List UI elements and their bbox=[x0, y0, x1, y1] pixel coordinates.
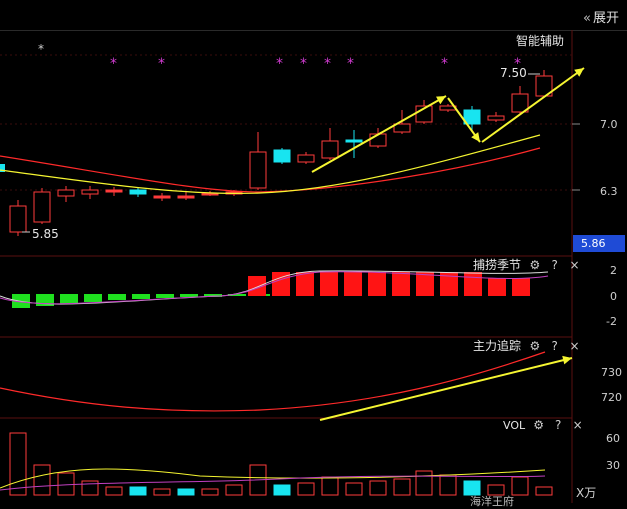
indicator-bar bbox=[464, 272, 482, 296]
settings-icon[interactable]: ⚙ bbox=[533, 418, 545, 432]
ma-line-yellow bbox=[0, 134, 541, 194]
volume-unit-label: X万 bbox=[576, 486, 597, 500]
candle-body bbox=[345, 139, 363, 143]
star-marker: * bbox=[158, 56, 165, 72]
price-axis-tick: 6.3 bbox=[600, 185, 618, 198]
trend-arrow-head bbox=[562, 355, 572, 365]
indicator-title: 捕捞季节 bbox=[473, 258, 522, 272]
indicator-bar bbox=[296, 272, 314, 296]
bottom-caption: 海洋王府 bbox=[470, 495, 514, 508]
help-icon[interactable]: ? bbox=[549, 258, 561, 272]
smart-assist-button[interactable]: 智能辅助 bbox=[516, 32, 564, 49]
ma-line-red bbox=[0, 147, 541, 193]
volume-bar bbox=[439, 474, 457, 496]
volume-bar bbox=[369, 480, 387, 496]
candle-body bbox=[153, 195, 171, 199]
volume-bar bbox=[201, 488, 219, 496]
indicator-title: VOL bbox=[503, 419, 526, 432]
candle-body bbox=[33, 191, 51, 223]
candle-body bbox=[129, 189, 147, 195]
indicator-header-zhuli: 主力追踪 ⚙ ? × bbox=[473, 337, 581, 354]
star-marker: * bbox=[300, 56, 307, 72]
volume-bar bbox=[33, 464, 51, 496]
star-marker: * bbox=[514, 56, 521, 72]
indicator-axis-tick: -2 bbox=[606, 315, 617, 328]
volume-bar bbox=[177, 488, 195, 496]
indicator-bar bbox=[512, 278, 530, 296]
help-icon[interactable]: ? bbox=[549, 339, 561, 353]
indicator-bar bbox=[108, 294, 126, 300]
volume-bar bbox=[415, 470, 433, 496]
indicator-axis-tick: 60 bbox=[606, 432, 620, 445]
candle-body bbox=[105, 189, 123, 193]
candle-body bbox=[81, 189, 99, 195]
close-icon[interactable]: × bbox=[569, 258, 581, 272]
indicator-axis-tick: 2 bbox=[610, 264, 617, 277]
volume-bar bbox=[535, 486, 553, 496]
indicator-title: 主力追踪 bbox=[473, 339, 522, 353]
volume-bar bbox=[105, 486, 123, 496]
candle-body bbox=[273, 149, 291, 163]
indicator-axis-tick: 720 bbox=[601, 391, 622, 404]
trend-arrow bbox=[311, 95, 447, 173]
indicator-bar bbox=[488, 278, 506, 296]
settings-icon[interactable]: ⚙ bbox=[529, 258, 541, 272]
current-price-tag: 5.86 bbox=[573, 235, 625, 252]
star-marker: * bbox=[441, 56, 448, 72]
low-price-label: 5.85 bbox=[32, 227, 59, 241]
volume-bar bbox=[393, 478, 411, 496]
candle-body bbox=[297, 154, 315, 163]
indicator-bar bbox=[132, 294, 150, 299]
close-icon[interactable]: × bbox=[572, 418, 584, 432]
indicator-bar bbox=[344, 272, 362, 296]
trend-arrow bbox=[319, 357, 573, 421]
close-icon[interactable]: × bbox=[569, 339, 581, 353]
candle-body bbox=[487, 115, 505, 121]
indicator-bar bbox=[60, 294, 78, 304]
volume-bar bbox=[511, 476, 529, 496]
star-marker: * bbox=[276, 56, 283, 72]
indicator-bar bbox=[84, 294, 102, 302]
volume-bar bbox=[225, 484, 243, 496]
volume-bar bbox=[297, 482, 315, 496]
trend-arrow bbox=[481, 67, 585, 143]
tracking-line bbox=[0, 351, 546, 412]
indicator-bar bbox=[320, 272, 338, 296]
volume-bar bbox=[345, 482, 363, 496]
indicator-bar bbox=[368, 272, 386, 296]
trend-arrow-head bbox=[574, 68, 584, 77]
trend-arrow-head bbox=[471, 132, 480, 142]
indicator-bar bbox=[180, 294, 198, 297]
candle-body bbox=[321, 140, 339, 159]
volume-bar bbox=[153, 488, 171, 496]
candle-body bbox=[177, 195, 195, 199]
indicator-axis-tick: 0 bbox=[610, 290, 617, 303]
indicator-axis-tick: 730 bbox=[601, 366, 622, 379]
help-icon[interactable]: ? bbox=[552, 418, 564, 432]
candle-body bbox=[9, 205, 27, 233]
candle-body bbox=[249, 151, 267, 189]
price-axis-tick: 7.0 bbox=[600, 118, 618, 131]
indicator-axis-tick: 30 bbox=[606, 459, 620, 472]
volume-bar bbox=[273, 484, 291, 496]
indicator-bar bbox=[416, 272, 434, 296]
star-marker: * bbox=[110, 56, 117, 72]
volume-bar bbox=[129, 486, 147, 496]
indicator-bar bbox=[156, 294, 174, 298]
candle-body bbox=[57, 189, 75, 197]
star-marker: * bbox=[38, 42, 44, 56]
settings-icon[interactable]: ⚙ bbox=[529, 339, 541, 353]
indicator-header-vol: VOL ⚙ ? × bbox=[503, 418, 584, 432]
volume-bar bbox=[9, 432, 27, 496]
volume-bar bbox=[57, 472, 75, 496]
star-marker: * bbox=[324, 56, 331, 72]
indicator-header-buhuo: 捕捞季节 ⚙ ? × bbox=[473, 256, 581, 273]
volume-bar bbox=[81, 480, 99, 496]
star-marker: * bbox=[347, 56, 354, 72]
indicator-bar bbox=[392, 272, 410, 296]
candle-body bbox=[369, 133, 387, 147]
volume-bar bbox=[321, 476, 339, 496]
